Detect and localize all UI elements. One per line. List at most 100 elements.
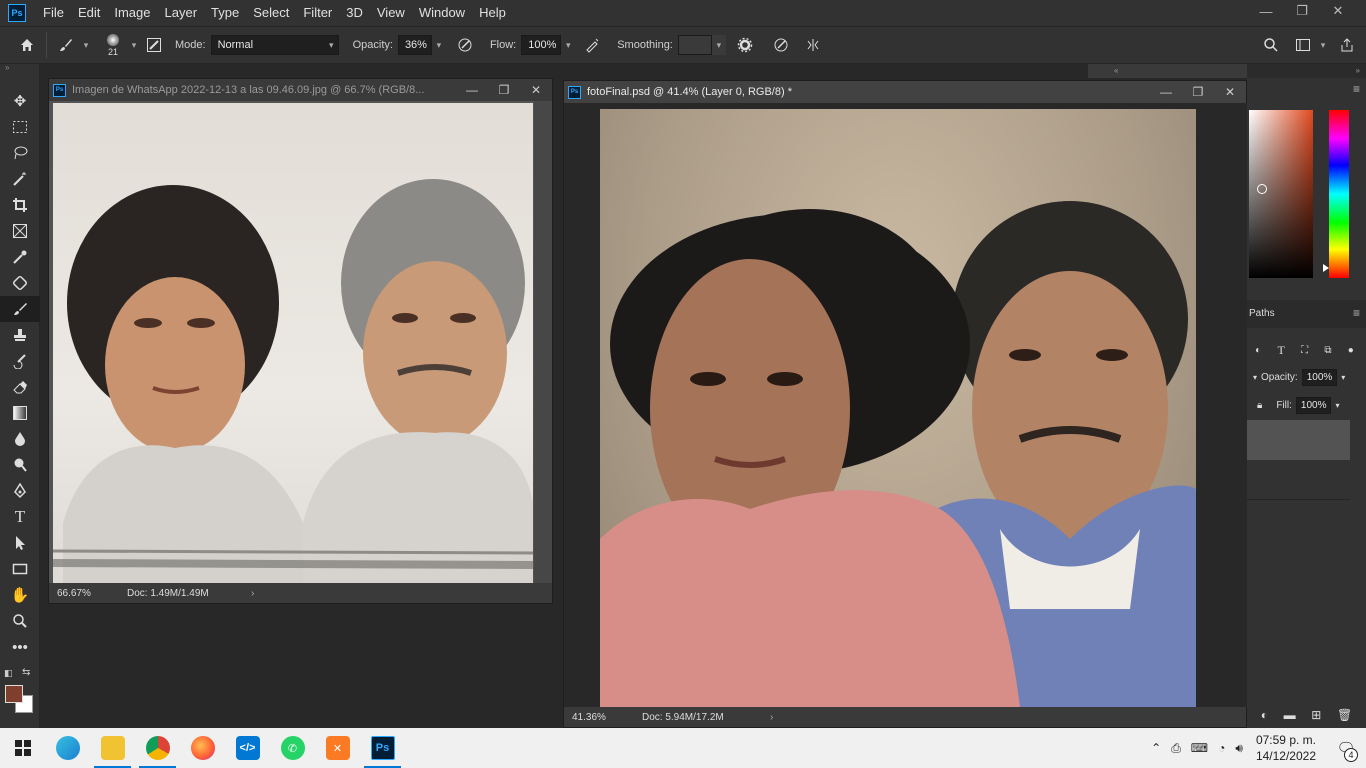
menu-help[interactable]: Help [472,0,513,26]
input-method-icon[interactable]: ⌨ [1191,741,1208,755]
zoom-tool-icon[interactable] [0,608,40,634]
close-button[interactable]: ✕ [1320,0,1356,22]
chevron-down-icon[interactable]: ▾ [79,35,93,55]
move-tool-icon[interactable]: ✥ [0,88,40,114]
layer-opacity-input[interactable]: 100% [1301,368,1338,386]
vertical-scrollbar[interactable] [534,101,552,585]
menu-select[interactable]: Select [246,0,296,26]
color-picker-field[interactable] [1249,110,1313,278]
mode-select[interactable]: Normal ▾ [210,35,339,55]
chevron-down-icon[interactable]: ▾ [127,35,141,55]
zoom-level[interactable]: 66.67% [49,588,121,599]
default-colors-icon[interactable]: ◧ [4,668,13,679]
close-button[interactable]: ✕ [1214,81,1246,103]
marquee-tool-icon[interactable] [0,114,40,140]
crop-tool-icon[interactable] [0,192,40,218]
healing-brush-tool-icon[interactable] [0,270,40,296]
adjustment-layer-icon[interactable]: ◐ [1261,708,1268,722]
vscode-icon[interactable]: </> [225,728,270,768]
menu-view[interactable]: View [370,0,412,26]
eyedropper-tool-icon[interactable] [0,244,40,270]
shape-filter-icon[interactable]: ⛶ [1301,345,1308,356]
canvas-sketch[interactable] [53,103,533,585]
menu-image[interactable]: Image [107,0,157,26]
new-group-icon[interactable]: ▬ [1284,708,1296,722]
xampp-icon[interactable]: ✕ [315,728,360,768]
adjustment-filter-icon[interactable]: ◐ [1255,345,1261,356]
lasso-tool-icon[interactable] [0,140,40,166]
close-button[interactable]: ✕ [520,79,552,101]
pressure-size-icon[interactable] [768,32,794,58]
menu-edit[interactable]: Edit [71,0,107,26]
type-filter-icon[interactable]: T [1277,343,1284,358]
frame-tool-icon[interactable] [0,218,40,244]
zoom-level[interactable]: 41.36% [564,712,636,723]
opacity-input[interactable]: 36% [397,35,432,55]
share-icon[interactable] [1334,32,1360,58]
menu-layer[interactable]: Layer [158,0,205,26]
blur-tool-icon[interactable] [0,426,40,452]
panel-menu-icon[interactable]: ≡ [1353,306,1360,320]
brush-preset-icon[interactable] [53,32,79,58]
delete-layer-icon[interactable]: 🗑︎ [1337,708,1352,722]
gradient-tool-icon[interactable] [0,400,40,426]
chrome-icon[interactable] [135,728,180,768]
chevron-down-icon[interactable]: ▾ [1335,401,1339,410]
pen-tool-icon[interactable] [0,478,40,504]
clone-stamp-tool-icon[interactable] [0,322,40,348]
flow-input[interactable]: 100% [521,35,562,55]
windows-start-icon[interactable] [0,728,45,768]
gear-icon[interactable] [732,32,758,58]
minimize-button[interactable]: — [1150,81,1182,103]
restore-button[interactable]: ❐ [488,79,520,101]
swap-colors-icon[interactable]: ⇆ [22,667,30,678]
chevron-down-icon[interactable]: ▾ [1341,373,1345,382]
symmetry-icon[interactable] [800,32,826,58]
dodge-tool-icon[interactable] [0,452,40,478]
menu-filter[interactable]: Filter [296,0,339,26]
layer-row-selected[interactable] [1247,420,1350,460]
home-icon[interactable] [14,32,40,58]
brush-size-picker[interactable]: 21 [99,30,127,60]
panel-dock-bar[interactable]: « [1088,64,1247,78]
meet-now-icon[interactable]: ⎙ [1171,741,1181,756]
chevron-down-icon[interactable]: ▾ [1253,373,1257,382]
restore-button[interactable]: ❐ [1182,81,1214,103]
hue-slider[interactable] [1323,110,1349,278]
eraser-tool-icon[interactable] [0,374,40,400]
wifi-icon[interactable]: ◔ [1218,741,1225,755]
volume-icon[interactable]: 🔊︎ [1235,741,1243,756]
pressure-opacity-icon[interactable] [452,32,478,58]
smart-object-filter-icon[interactable]: ⧉ [1324,345,1331,356]
minimize-button[interactable]: — [456,79,488,101]
layer-fill-input[interactable]: 100% [1295,396,1332,414]
chevron-down-icon[interactable]: ▾ [1316,35,1330,55]
minimize-button[interactable]: — [1248,0,1284,22]
whatsapp-icon[interactable]: ✆ [270,728,315,768]
chevron-down-icon[interactable]: ▾ [711,35,726,55]
color-picker-cursor[interactable] [1257,184,1267,194]
menu-file[interactable]: File [36,0,71,26]
type-tool-icon[interactable]: T [0,504,40,530]
tab-paths[interactable]: Paths [1249,308,1275,319]
rectangle-tool-icon[interactable] [0,556,40,582]
edge-icon[interactable] [45,728,90,768]
clock[interactable]: 07:59 p. m. 14/12/2022 [1256,732,1316,764]
path-selection-tool-icon[interactable] [0,530,40,556]
collapse-icon[interactable]: » [0,64,39,72]
menu-window[interactable]: Window [412,0,472,26]
brush-tool-icon[interactable] [0,296,40,322]
chevron-right-icon[interactable]: › [770,712,773,723]
menu-3d[interactable]: 3D [339,0,370,26]
layer-row[interactable] [1247,462,1350,500]
foreground-color-swatch[interactable] [5,685,23,703]
expand-panels-icon[interactable]: » [1247,64,1366,78]
firefox-icon[interactable] [180,728,225,768]
search-icon[interactable] [1258,32,1284,58]
chevron-down-icon[interactable]: ▾ [561,35,575,55]
lock-icon[interactable]: 🔒︎ [1257,400,1262,411]
hue-slider-handle[interactable] [1323,264,1329,272]
new-layer-icon[interactable]: ⊞ [1311,708,1321,722]
history-brush-tool-icon[interactable] [0,348,40,374]
canvas-final[interactable] [600,109,1196,707]
